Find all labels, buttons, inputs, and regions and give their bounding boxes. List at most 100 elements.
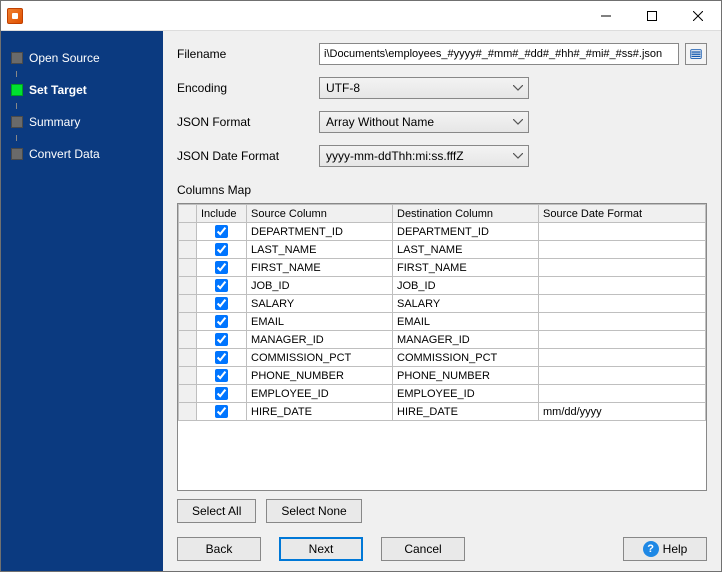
include-checkbox[interactable]	[215, 315, 228, 328]
row-header[interactable]	[179, 295, 197, 313]
table-row[interactable]: MANAGER_IDMANAGER_ID	[179, 331, 706, 349]
step-set-target[interactable]: Set Target	[1, 77, 163, 103]
source-date-format-cell[interactable]	[539, 223, 706, 241]
destination-column-cell[interactable]: SALARY	[393, 295, 539, 313]
col-destination[interactable]: Destination Column	[393, 205, 539, 223]
row-header[interactable]	[179, 277, 197, 295]
include-checkbox[interactable]	[215, 225, 228, 238]
step-open-source[interactable]: Open Source	[1, 45, 163, 71]
browse-button[interactable]	[685, 43, 707, 65]
include-checkbox[interactable]	[215, 297, 228, 310]
include-cell[interactable]	[197, 223, 247, 241]
include-cell[interactable]	[197, 367, 247, 385]
include-checkbox[interactable]	[215, 279, 228, 292]
destination-column-cell[interactable]: EMPLOYEE_ID	[393, 385, 539, 403]
source-date-format-cell[interactable]	[539, 385, 706, 403]
include-checkbox[interactable]	[215, 387, 228, 400]
table-row[interactable]: LAST_NAMELAST_NAME	[179, 241, 706, 259]
include-cell[interactable]	[197, 331, 247, 349]
include-checkbox[interactable]	[215, 333, 228, 346]
include-checkbox[interactable]	[215, 243, 228, 256]
row-header[interactable]	[179, 349, 197, 367]
include-cell[interactable]	[197, 241, 247, 259]
source-date-format-cell[interactable]	[539, 295, 706, 313]
json-date-format-combo[interactable]: yyyy-mm-ddThh:mi:ss.fffZ	[319, 145, 529, 167]
help-button[interactable]: ? Help	[623, 537, 707, 561]
source-column-cell[interactable]: SALARY	[247, 295, 393, 313]
source-column-cell[interactable]: EMPLOYEE_ID	[247, 385, 393, 403]
include-cell[interactable]	[197, 313, 247, 331]
destination-column-cell[interactable]: HIRE_DATE	[393, 403, 539, 421]
select-none-button[interactable]: Select None	[266, 499, 361, 523]
include-cell[interactable]	[197, 385, 247, 403]
col-include[interactable]: Include	[197, 205, 247, 223]
source-column-cell[interactable]: DEPARTMENT_ID	[247, 223, 393, 241]
row-header[interactable]	[179, 313, 197, 331]
row-header[interactable]	[179, 331, 197, 349]
table-row[interactable]: EMPLOYEE_IDEMPLOYEE_ID	[179, 385, 706, 403]
destination-column-cell[interactable]: LAST_NAME	[393, 241, 539, 259]
table-row[interactable]: DEPARTMENT_IDDEPARTMENT_ID	[179, 223, 706, 241]
include-checkbox[interactable]	[215, 351, 228, 364]
cancel-button[interactable]: Cancel	[381, 537, 465, 561]
include-cell[interactable]	[197, 277, 247, 295]
include-checkbox[interactable]	[215, 369, 228, 382]
include-checkbox[interactable]	[215, 405, 228, 418]
col-source-date-format[interactable]: Source Date Format	[539, 205, 706, 223]
include-checkbox[interactable]	[215, 261, 228, 274]
source-date-format-cell[interactable]	[539, 349, 706, 367]
source-date-format-cell[interactable]: mm/dd/yyyy	[539, 403, 706, 421]
source-date-format-cell[interactable]	[539, 259, 706, 277]
source-column-cell[interactable]: COMMISSION_PCT	[247, 349, 393, 367]
destination-column-cell[interactable]: DEPARTMENT_ID	[393, 223, 539, 241]
row-header[interactable]	[179, 241, 197, 259]
maximize-button[interactable]	[629, 1, 675, 31]
source-date-format-cell[interactable]	[539, 367, 706, 385]
source-column-cell[interactable]: PHONE_NUMBER	[247, 367, 393, 385]
row-header[interactable]	[179, 385, 197, 403]
table-row[interactable]: JOB_IDJOB_ID	[179, 277, 706, 295]
include-cell[interactable]	[197, 295, 247, 313]
row-header[interactable]	[179, 259, 197, 277]
minimize-button[interactable]	[583, 1, 629, 31]
columns-map-grid[interactable]: Include Source Column Destination Column…	[177, 203, 707, 491]
row-header[interactable]	[179, 403, 197, 421]
destination-column-cell[interactable]: JOB_ID	[393, 277, 539, 295]
destination-column-cell[interactable]: EMAIL	[393, 313, 539, 331]
filename-input[interactable]	[319, 43, 679, 65]
source-column-cell[interactable]: JOB_ID	[247, 277, 393, 295]
source-date-format-cell[interactable]	[539, 313, 706, 331]
source-column-cell[interactable]: LAST_NAME	[247, 241, 393, 259]
json-format-combo[interactable]: Array Without Name	[319, 111, 529, 133]
back-button[interactable]: Back	[177, 537, 261, 561]
table-row[interactable]: SALARYSALARY	[179, 295, 706, 313]
table-row[interactable]: COMMISSION_PCTCOMMISSION_PCT	[179, 349, 706, 367]
destination-column-cell[interactable]: COMMISSION_PCT	[393, 349, 539, 367]
source-column-cell[interactable]: EMAIL	[247, 313, 393, 331]
table-row[interactable]: PHONE_NUMBERPHONE_NUMBER	[179, 367, 706, 385]
row-header[interactable]	[179, 367, 197, 385]
encoding-combo[interactable]: UTF-8	[319, 77, 529, 99]
source-column-cell[interactable]: HIRE_DATE	[247, 403, 393, 421]
table-row[interactable]: FIRST_NAMEFIRST_NAME	[179, 259, 706, 277]
step-convert-data[interactable]: Convert Data	[1, 141, 163, 167]
destination-column-cell[interactable]: MANAGER_ID	[393, 331, 539, 349]
source-date-format-cell[interactable]	[539, 277, 706, 295]
include-cell[interactable]	[197, 349, 247, 367]
next-button[interactable]: Next	[279, 537, 363, 561]
row-header[interactable]	[179, 223, 197, 241]
include-cell[interactable]	[197, 403, 247, 421]
table-row[interactable]: HIRE_DATEHIRE_DATEmm/dd/yyyy	[179, 403, 706, 421]
source-date-format-cell[interactable]	[539, 331, 706, 349]
source-date-format-cell[interactable]	[539, 241, 706, 259]
source-column-cell[interactable]: MANAGER_ID	[247, 331, 393, 349]
destination-column-cell[interactable]: PHONE_NUMBER	[393, 367, 539, 385]
destination-column-cell[interactable]: FIRST_NAME	[393, 259, 539, 277]
source-column-cell[interactable]: FIRST_NAME	[247, 259, 393, 277]
table-row[interactable]: EMAILEMAIL	[179, 313, 706, 331]
include-cell[interactable]	[197, 259, 247, 277]
step-summary[interactable]: Summary	[1, 109, 163, 135]
select-all-button[interactable]: Select All	[177, 499, 256, 523]
col-source[interactable]: Source Column	[247, 205, 393, 223]
close-button[interactable]	[675, 1, 721, 31]
